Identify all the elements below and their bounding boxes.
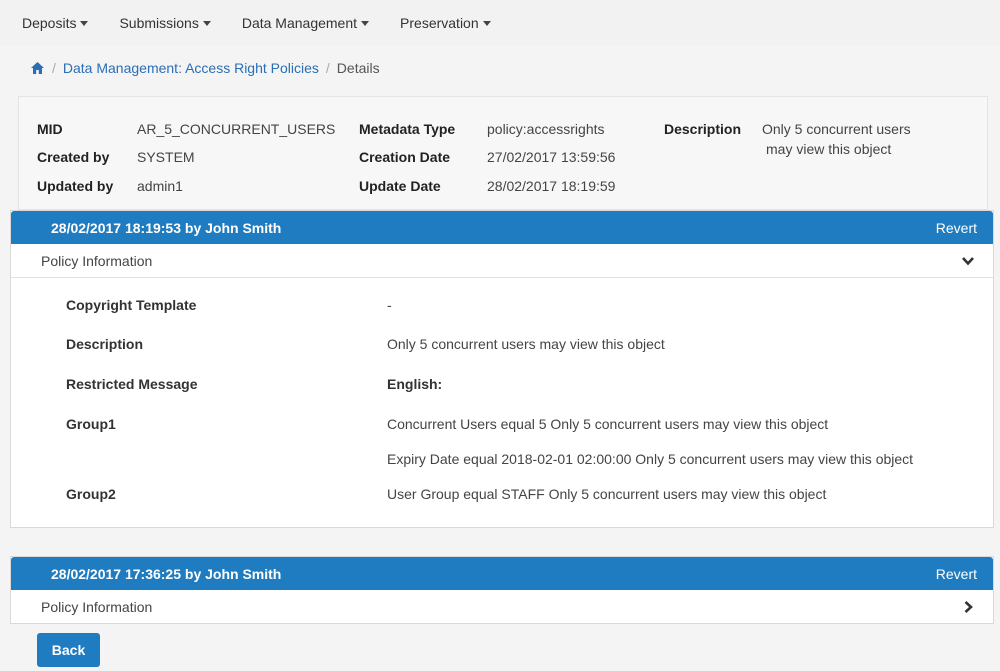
nav-preservation-label: Preservation [400,15,479,31]
caret-down-icon [202,20,211,26]
description-value-line2: may view this object [766,141,892,157]
row-value-group2: User Group equal STAFF Only 5 concurrent… [387,486,827,502]
top-navigation: Deposits Submissions Data Management Pre… [0,0,1000,46]
created-by-field: Created by [37,149,109,165]
nav-submissions-menu[interactable]: Submissions [119,15,211,31]
description-value-line2-wrap: may view this object [766,141,891,157]
description-value-line1: Only 5 concurrent users [762,121,911,137]
row-value-group1-rule1: Concurrent Users equal 5 Only 5 concurre… [387,416,829,432]
row-key-description: Description [66,336,144,352]
version-header: 28/02/2017 18:19:53 by John Smith Revert [11,211,993,244]
update-date-value-wrap: 28/02/2017 18:19:59 [487,178,615,194]
metadata-type-label: Metadata Type [359,121,456,137]
metadata-type-field: Metadata Type [359,121,455,137]
back-button[interactable]: Back [37,633,100,667]
creation-date-label: Creation Date [359,149,451,165]
metadata-type-value-wrap: policy:accessrights [487,121,605,137]
row-value-description: Only 5 concurrent users may view this ob… [387,336,665,352]
version-title: 28/02/2017 18:19:53 by John Smith [51,219,282,236]
version-header: 28/02/2017 17:36:25 by John Smith Revert [11,557,993,590]
caret-down-icon [482,20,491,26]
policy-information-toggle[interactable]: Policy Information [11,244,993,278]
description-label: Description [664,121,742,137]
breadcrumb-link-access-right-policies[interactable]: Data Management: Access Right Policies [63,60,319,76]
policy-information-toggle[interactable]: Policy Information [11,590,993,624]
version-panel: 28/02/2017 17:36:25 by John Smith Revert… [10,556,994,624]
update-date-value: 28/02/2017 18:19:59 [487,178,616,194]
created-by-label: Created by [37,149,110,165]
chevron-right-icon [961,600,975,614]
breadcrumb-current: Details [336,60,380,76]
breadcrumb-separator: / [52,60,56,76]
revert-button[interactable]: Revert [936,220,977,236]
updated-by-label: Updated by [37,178,114,194]
caret-down-icon [80,20,89,26]
chevron-down-icon [961,254,975,268]
creation-date-value-wrap: 27/02/2017 13:59:56 [487,149,615,165]
description-field: Description [664,121,741,137]
metadata-type-value: policy:accessrights [487,121,605,137]
updated-by-value-wrap: admin1 [137,178,183,194]
version-panel: 28/02/2017 18:19:53 by John Smith Revert… [10,210,994,528]
nav-data-management-label: Data Management [241,15,358,31]
nav-submissions-label: Submissions [119,15,199,31]
details-summary-card: MID AR_5_CONCURRENT_USERS Created by SYS… [18,96,988,210]
nav-deposits-label: Deposits [22,15,77,31]
description-value-line1-wrap: Only 5 concurrent users [762,121,911,137]
mid-field: MID [37,121,63,137]
row-value-group1-rule2: Expiry Date equal 2018-02-01 02:00:00 On… [387,451,914,467]
policy-information-label: Policy Information [41,252,153,269]
policy-information-label: Policy Information [41,599,153,615]
nav-preservation-menu[interactable]: Preservation [400,15,491,31]
creation-date-field: Creation Date [359,149,450,165]
update-date-label: Update Date [359,178,441,194]
version-title: 28/02/2017 17:36:25 by John Smith [51,565,282,582]
update-date-field: Update Date [359,178,441,194]
created-by-value: SYSTEM [137,149,195,165]
row-key-group1: Group1 [66,416,116,432]
row-value-copyright-template: - [387,297,392,313]
revert-button[interactable]: Revert [936,566,977,582]
updated-by-field: Updated by [37,178,113,194]
creation-date-value: 27/02/2017 13:59:56 [487,149,616,165]
mid-value: AR_5_CONCURRENT_USERS [137,121,336,137]
home-icon[interactable] [30,61,45,75]
caret-down-icon [361,20,370,26]
created-by-value-wrap: SYSTEM [137,149,195,165]
row-key-copyright-template: Copyright Template [66,297,197,313]
nav-deposits-menu[interactable]: Deposits [22,15,89,31]
breadcrumb: / Data Management: Access Right Policies… [30,57,380,79]
row-value-restricted-message: English: [387,376,443,392]
mid-value-wrap: AR_5_CONCURRENT_USERS [137,121,335,137]
breadcrumb-separator: / [325,60,330,76]
row-key-restricted-message: Restricted Message [66,376,198,392]
updated-by-value: admin1 [137,178,183,194]
row-key-group2: Group2 [66,486,116,502]
nav-data-management-menu[interactable]: Data Management [241,15,370,31]
mid-label: MID [37,121,63,137]
